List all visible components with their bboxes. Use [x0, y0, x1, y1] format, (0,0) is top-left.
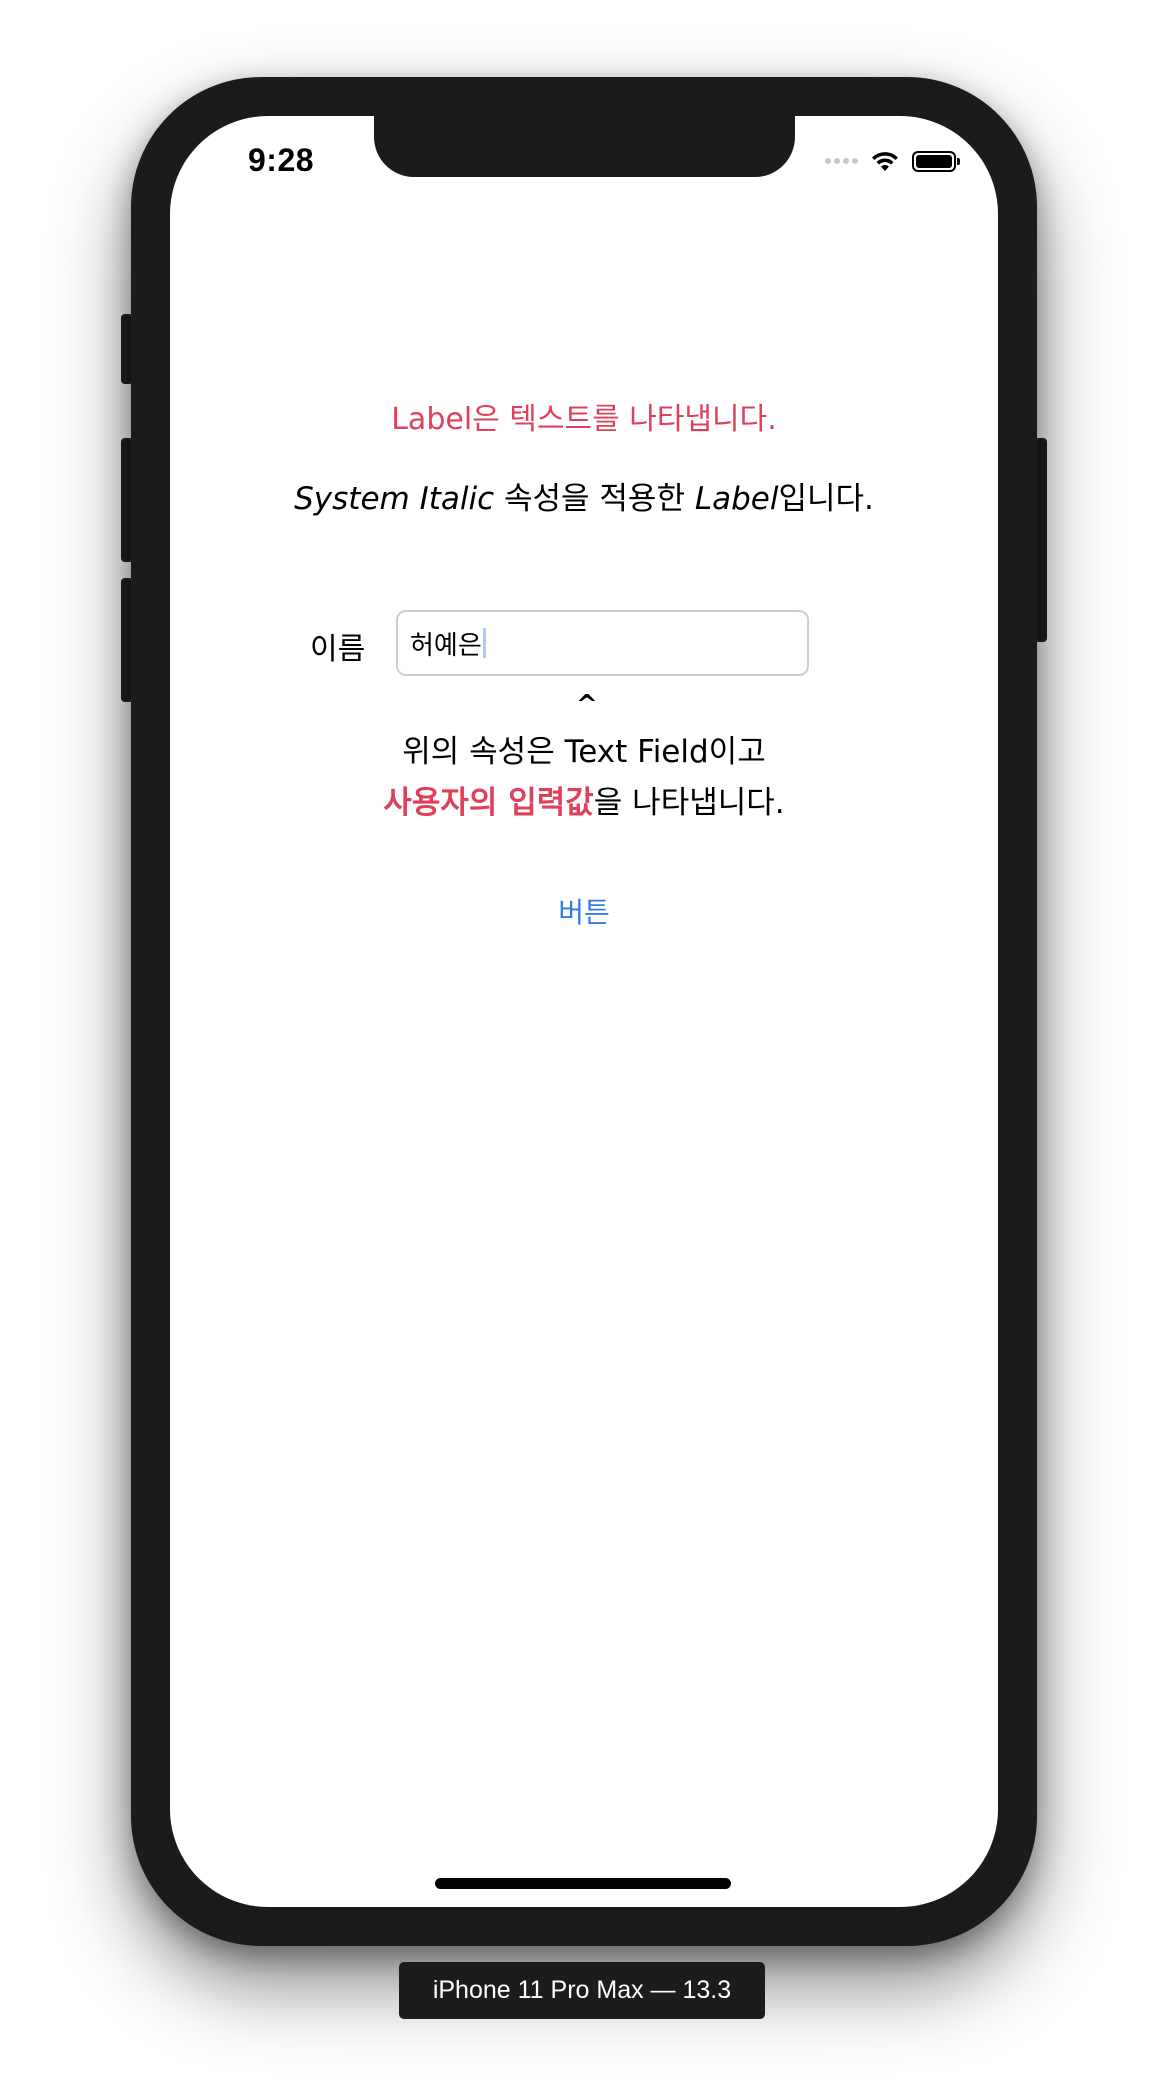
name-label: 이름 — [310, 632, 366, 667]
notch — [374, 116, 795, 177]
status-time: 9:28 — [248, 142, 315, 178]
description-rest: 을 나타냅니다. — [593, 785, 785, 821]
red-label: Label은 텍스트를 나타냅니다. — [391, 402, 777, 437]
cellular-signal-icon — [825, 158, 858, 164]
status-icons — [825, 146, 960, 176]
description-line-2: 사용자의 입력값을 나타냅니다. — [170, 777, 998, 822]
simulator-stage: 9:28 Label은 텍스트를 나타냅니다. System Italic 속성… — [0, 0, 1168, 2096]
italic-label-part4: 입니다. — [778, 481, 874, 517]
italic-label-part3: Label — [694, 481, 779, 517]
description-line-1: 위의 속성은 Text Field이고 — [402, 734, 766, 770]
wifi-icon — [872, 152, 898, 171]
italic-label: System Italic 속성을 적용한 Label입니다. — [170, 473, 998, 518]
device-screen: 9:28 Label은 텍스트를 나타냅니다. System Italic 속성… — [170, 116, 998, 1907]
battery-icon — [912, 150, 960, 172]
name-text-field[interactable]: 허예은 — [396, 610, 809, 676]
description-emphasis: 사용자의 입력값 — [383, 785, 594, 821]
text-cursor — [482, 628, 486, 658]
text-field-value: 허예은 — [410, 630, 482, 661]
home-indicator[interactable] — [435, 1878, 731, 1889]
device-caption: iPhone 11 Pro Max — 13.3 — [399, 1962, 765, 2019]
italic-label-part2: 속성을 적용한 — [494, 481, 695, 517]
action-button[interactable]: 버튼 — [170, 891, 998, 931]
italic-label-part1: System Italic — [294, 481, 495, 517]
caret-mark: ^ — [576, 690, 598, 720]
